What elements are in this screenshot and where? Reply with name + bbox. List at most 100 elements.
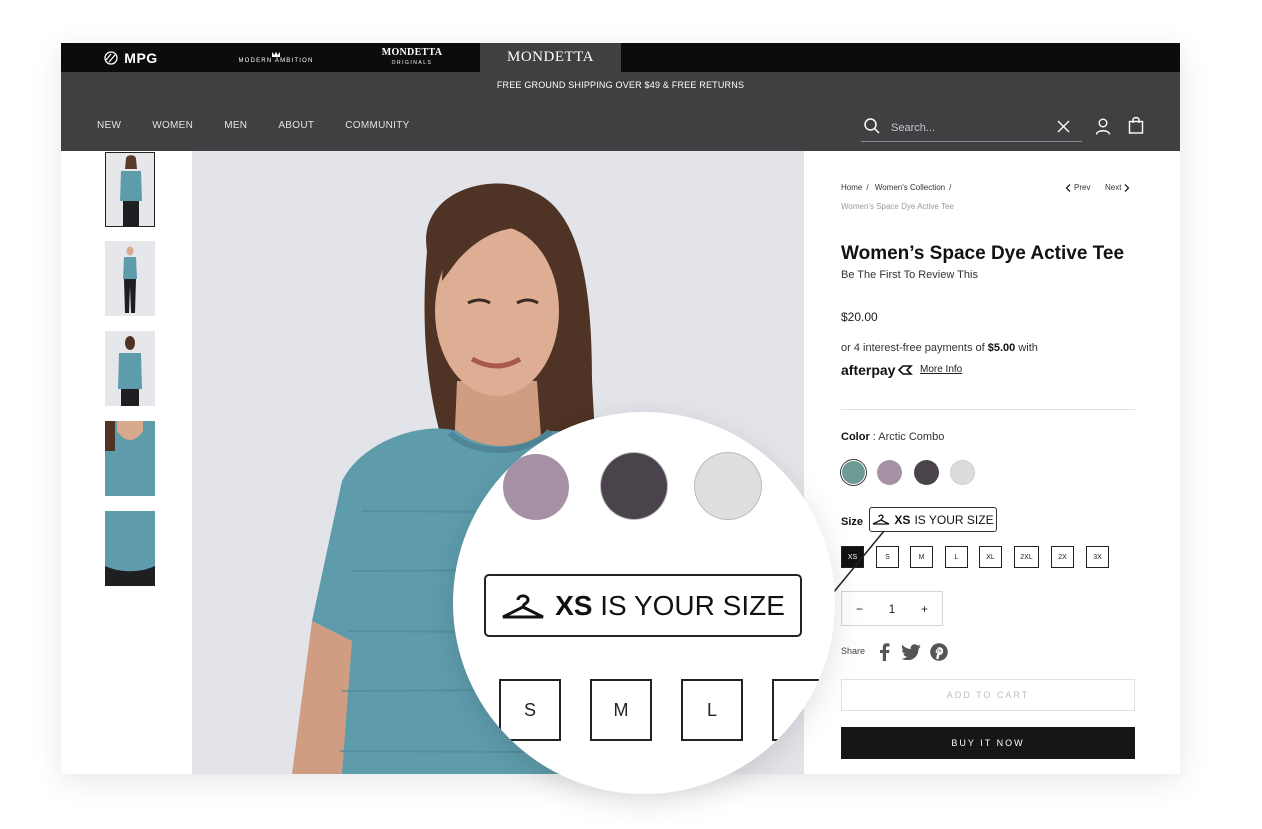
brand-mondetta-originals-sub: ORIGINALS: [391, 59, 433, 66]
chevron-right-icon: [1124, 183, 1130, 192]
close-icon[interactable]: [1057, 120, 1070, 133]
chevron-left-icon: [1065, 183, 1071, 192]
mpg-logo-icon: [104, 50, 118, 65]
share-label: Share: [841, 646, 866, 656]
next-link[interactable]: Next: [1105, 183, 1130, 192]
quantity-stepper: − 1 +: [841, 591, 943, 626]
brand-bar: MPG MODERN AMBITION MONDETTA ORIGINALS M…: [61, 43, 1180, 72]
nav-item-new[interactable]: NEW: [97, 120, 121, 131]
facebook-icon[interactable]: [877, 643, 891, 661]
zoom-size-partial: [772, 679, 834, 741]
search-bar: [861, 114, 1082, 142]
afterpay-text: or 4 interest-free payments of $5.00 wit…: [841, 342, 1038, 354]
main-nav: NEW WOMEN MEN ABOUT COMMUNITY: [97, 120, 441, 131]
qty-decrease-button[interactable]: −: [856, 602, 863, 616]
thumbnail-image: [105, 241, 155, 316]
swatch-charcoal[interactable]: [914, 460, 939, 485]
search-icon[interactable]: [863, 117, 881, 135]
pinterest-icon[interactable]: [930, 643, 948, 661]
swatch-mauve[interactable]: [877, 460, 902, 485]
size-badge-size: XS: [894, 512, 911, 527]
product-price: $20.00: [841, 310, 878, 324]
size-option-s[interactable]: S: [876, 546, 899, 568]
hanger-icon: [873, 514, 890, 525]
brand-mondetta-label: MONDETTA: [507, 49, 594, 65]
nav-item-men[interactable]: MEN: [224, 120, 247, 131]
prev-link[interactable]: Prev: [1065, 183, 1090, 192]
zoom-swatch-mauve: [503, 454, 569, 520]
product-title: Women’s Space Dye Active Tee: [841, 243, 1125, 264]
zoom-size-badge: XS IS YOUR SIZE: [484, 574, 802, 637]
breadcrumb: Home / Women's Collection /: [841, 183, 955, 192]
zoom-hanger-icon: [502, 593, 544, 618]
thumbnail-full-body[interactable]: [105, 241, 155, 316]
buy-it-now-button[interactable]: BUY IT NOW: [841, 727, 1135, 759]
zoom-size-s: S: [499, 679, 561, 741]
zoom-size-l: L: [681, 679, 743, 741]
qty-value[interactable]: 1: [889, 602, 896, 616]
breadcrumb-current: Women's Space Dye Active Tee: [841, 202, 954, 211]
crown-icon: [272, 51, 280, 57]
thumbnail-image: [106, 153, 154, 226]
thumbnail-front[interactable]: [105, 152, 155, 227]
color-label-title: Color: [841, 431, 870, 443]
size-label: Size: [841, 516, 864, 528]
size-badge-text: IS YOUR SIZE: [914, 512, 994, 527]
brand-mondetta-originals[interactable]: MONDETTA ORIGINALS: [377, 43, 447, 72]
brand-mpg[interactable]: MPG: [95, 43, 165, 72]
thumbnail-neck-detail[interactable]: [105, 421, 155, 496]
swatch-arctic-combo[interactable]: [841, 460, 866, 485]
zoom-swatch-charcoal: [601, 453, 667, 519]
more-info-link[interactable]: More Info: [920, 364, 962, 375]
brand-modern-ambition-label: MODERN AMBITION: [238, 58, 314, 64]
size-option-m[interactable]: M: [910, 546, 933, 568]
size-option-3x[interactable]: 3X: [1086, 546, 1109, 568]
nav-item-women[interactable]: WOMEN: [152, 120, 193, 131]
size-option-l[interactable]: L: [945, 546, 968, 568]
brand-mondetta-originals-label: MONDETTA: [381, 46, 443, 58]
color-value: : Arctic Combo: [869, 431, 945, 443]
color-label: Color : Arctic Combo: [841, 431, 944, 443]
site-header: FREE GROUND SHIPPING OVER $49 & FREE RET…: [61, 72, 1180, 151]
search-input[interactable]: [891, 119, 1041, 137]
afterpay-logo-text: afterpay: [841, 362, 896, 378]
size-recommendation-badge: XS IS YOUR SIZE: [869, 507, 997, 532]
qty-increase-button[interactable]: +: [921, 602, 928, 616]
breadcrumb-home[interactable]: Home: [841, 183, 862, 192]
size-option-2x[interactable]: 2X: [1051, 546, 1074, 568]
zoom-badge-size: XS: [555, 589, 593, 621]
breadcrumb-separator: /: [866, 183, 869, 192]
next-label: Next: [1105, 183, 1122, 192]
zoom-size-m: M: [590, 679, 652, 741]
nav-item-community[interactable]: COMMUNITY: [345, 120, 409, 131]
afterpay-arrows-icon: [898, 365, 914, 375]
account-icon[interactable]: [1095, 118, 1111, 135]
promo-banner: FREE GROUND SHIPPING OVER $49 & FREE RET…: [496, 80, 745, 90]
brand-modern-ambition[interactable]: MODERN AMBITION: [226, 43, 326, 72]
review-link[interactable]: Be The First To Review This: [841, 269, 978, 281]
afterpay-amount: $5.00: [987, 342, 1016, 354]
thumbnail-image: [105, 421, 155, 496]
thumbnail-back[interactable]: [105, 331, 155, 406]
brand-mondetta-tab[interactable]: MONDETTA: [480, 43, 621, 72]
divider: [841, 409, 1135, 410]
twitter-icon[interactable]: [902, 644, 921, 660]
size-option-2xl[interactable]: 2XL: [1014, 546, 1039, 568]
thumbnail-hem-detail[interactable]: [105, 511, 155, 586]
zoom-badge-text: IS YOUR SIZE: [592, 589, 785, 621]
afterpay-prefix: or 4 interest-free payments of: [841, 342, 988, 354]
nav-item-about[interactable]: ABOUT: [278, 120, 314, 131]
breadcrumb-separator: /: [949, 183, 952, 192]
zoom-swatch-heather-grey: [695, 453, 761, 519]
thumbnail-image: [105, 511, 155, 586]
zoom-magnifier: XS IS YOUR SIZE S M L: [453, 412, 835, 794]
thumbnail-image: [105, 331, 155, 406]
add-to-cart-button[interactable]: ADD TO CART: [841, 679, 1135, 711]
cart-bag-icon[interactable]: [1128, 116, 1144, 134]
breadcrumb-collection[interactable]: Women's Collection: [875, 183, 945, 192]
swatch-heather-grey[interactable]: [950, 460, 975, 485]
size-option-xl[interactable]: XL: [979, 546, 1002, 568]
brand-mpg-label: MPG: [124, 49, 158, 66]
prev-label: Prev: [1074, 183, 1091, 192]
size-option-xs[interactable]: XS: [841, 546, 864, 568]
